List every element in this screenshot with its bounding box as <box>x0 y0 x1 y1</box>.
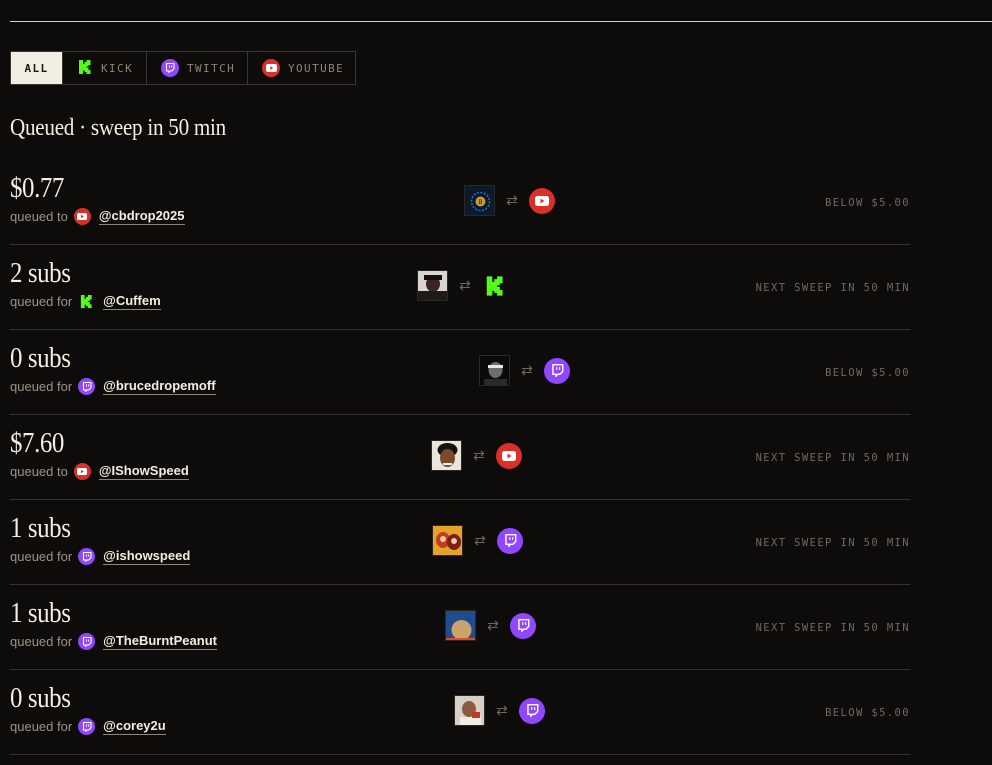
section-title: Queued · sweep in 50 min <box>10 115 226 141</box>
queued-amount: 1 subs <box>10 512 71 544</box>
avatar[interactable] <box>479 355 510 386</box>
channel-handle-link[interactable]: @cbdrop2025 <box>98 208 185 225</box>
queue-row: 1 subs queued for @TheBurntPeanut ⇄ NEXT… <box>10 585 910 670</box>
queued-amount: 1 subs <box>10 597 71 629</box>
queued-amount: $0.77 <box>10 172 64 204</box>
twitch-icon <box>78 633 96 650</box>
top-divider <box>10 21 992 22</box>
filter-tab-label: KICK <box>101 61 134 75</box>
platform-filter-bar: ALL KICK TWITCH YOUTUBE <box>10 51 356 85</box>
queue-row: $7.60 queued to @IShowSpeed ⇄ NEXT SWEEP… <box>10 415 910 500</box>
filter-tab-twitch[interactable]: TWITCH <box>147 52 248 84</box>
filter-tab-all[interactable]: ALL <box>11 52 63 84</box>
queue-target: queued to @cbdrop2025 <box>10 208 185 225</box>
queue-target: queued to @IShowSpeed <box>10 463 189 480</box>
channel-handle-link[interactable]: @Cuffem <box>103 293 161 310</box>
connection-link: ⇄ <box>445 610 536 641</box>
queue-prefix: queued for <box>10 719 73 734</box>
sweep-status: NEXT SWEEP IN 50 MIN <box>755 452 910 464</box>
swap-arrows-icon: ⇄ <box>459 277 471 293</box>
queued-amount: 0 subs <box>10 682 71 714</box>
connection-link: ⇄ <box>431 440 522 471</box>
avatar[interactable] <box>431 440 462 471</box>
youtube-badge-icon <box>496 442 522 469</box>
queue-prefix: queued to <box>10 464 68 479</box>
avatar[interactable] <box>454 695 485 726</box>
swap-arrows-icon: ⇄ <box>474 532 486 548</box>
filter-tab-youtube[interactable]: YOUTUBE <box>248 52 355 84</box>
queue-row: $0.77 queued to @cbdrop2025 B ⇄ BELOW $5… <box>10 160 910 245</box>
queue-row: 1 subs queued for @ishowspeed ⇄ NEXT SWE… <box>10 500 910 585</box>
twitch-icon <box>78 378 96 395</box>
twitch-badge-icon <box>510 612 536 639</box>
avatar[interactable] <box>445 610 476 641</box>
avatar[interactable]: B <box>464 185 495 216</box>
youtube-icon <box>73 208 91 225</box>
channel-handle-link[interactable]: @IShowSpeed <box>98 463 189 480</box>
queue-prefix: queued for <box>10 294 73 309</box>
queue-target: queued for @Cuffem <box>10 293 161 310</box>
twitch-badge-icon <box>497 527 523 554</box>
sweep-status: NEXT SWEEP IN 50 MIN <box>755 282 910 294</box>
queued-amount: 2 subs <box>10 257 71 289</box>
filter-tab-label: ALL <box>24 61 49 75</box>
channel-handle-link[interactable]: @corey2u <box>103 718 166 735</box>
queue-row: 2 subs queued for @Cuffem ⇄ NEXT SWEEP I… <box>10 245 910 330</box>
queue-row: 0 subs queued for @brucedropemoff ⇄ BELO… <box>10 330 910 415</box>
avatar[interactable] <box>432 525 463 556</box>
queue-prefix: queued for <box>10 549 73 564</box>
twitch-icon <box>78 548 96 565</box>
swap-arrows-icon: ⇄ <box>473 447 485 463</box>
queue-prefix: queued for <box>10 379 73 394</box>
filter-tab-label: YOUTUBE <box>288 61 345 75</box>
twitch-badge-icon <box>544 357 570 384</box>
channel-handle-link[interactable]: @TheBurntPeanut <box>103 633 217 650</box>
swap-arrows-icon: ⇄ <box>521 362 533 378</box>
youtube-icon <box>73 463 91 480</box>
sweep-status: NEXT SWEEP IN 50 MIN <box>755 537 910 549</box>
youtube-badge-icon <box>529 187 555 214</box>
queue-prefix: queued to <box>10 209 68 224</box>
channel-handle-link[interactable]: @ishowspeed <box>103 548 191 565</box>
svg-text:B: B <box>478 199 482 206</box>
channel-handle-link[interactable]: @brucedropemoff <box>103 378 216 395</box>
queue-prefix: queued for <box>10 634 73 649</box>
connection-link: ⇄ <box>432 525 523 556</box>
kick-badge-icon <box>482 273 508 299</box>
kick-icon <box>77 59 93 78</box>
queue-target: queued for @corey2u <box>10 718 166 735</box>
sweep-status: BELOW $5.00 <box>825 367 910 379</box>
filter-tab-kick[interactable]: KICK <box>63 52 147 84</box>
youtube-icon <box>262 59 280 77</box>
sweep-status: BELOW $5.00 <box>825 197 910 209</box>
queued-amount: 0 subs <box>10 342 71 374</box>
connection-link: ⇄ <box>479 355 570 386</box>
twitch-icon <box>161 59 179 77</box>
connection-link: B ⇄ <box>464 185 555 216</box>
connection-link: ⇄ <box>454 695 545 726</box>
connection-link: ⇄ <box>417 270 508 301</box>
queue-target: queued for @TheBurntPeanut <box>10 633 217 650</box>
kick-icon <box>78 293 95 310</box>
twitch-badge-icon <box>519 697 545 724</box>
queue-row: 0 subs queued for @corey2u ⇄ BELOW $5.00 <box>10 670 910 755</box>
sweep-status: BELOW $5.00 <box>825 707 910 719</box>
queue-target: queued for @brucedropemoff <box>10 378 216 395</box>
queue-target: queued for @ishowspeed <box>10 548 191 565</box>
swap-arrows-icon: ⇄ <box>487 617 499 633</box>
swap-arrows-icon: ⇄ <box>506 192 518 208</box>
sweep-status: NEXT SWEEP IN 50 MIN <box>755 622 910 634</box>
queued-list: $0.77 queued to @cbdrop2025 B ⇄ BELOW $5… <box>10 160 910 755</box>
swap-arrows-icon: ⇄ <box>496 702 508 718</box>
twitch-icon <box>78 718 96 735</box>
avatar[interactable] <box>417 270 448 301</box>
queued-amount: $7.60 <box>10 427 64 459</box>
filter-tab-label: TWITCH <box>187 61 236 75</box>
